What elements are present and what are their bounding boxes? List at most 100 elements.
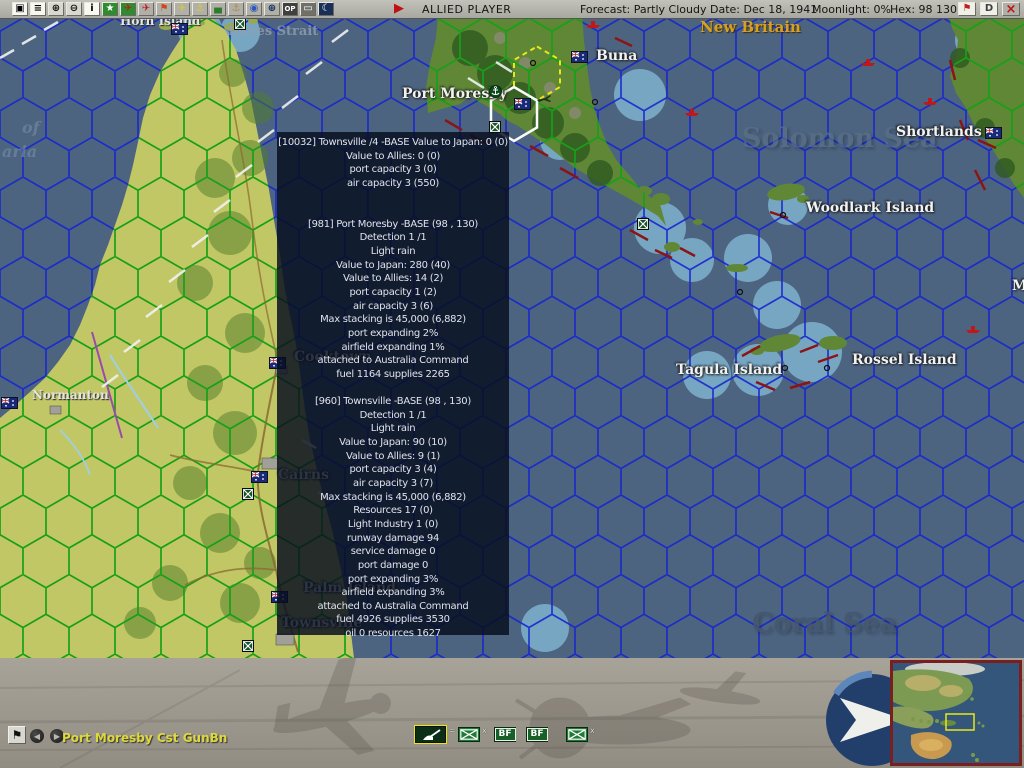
op-orders-icon[interactable]: OP	[282, 2, 298, 16]
unit-btn-coastal-gun-badge: =	[449, 726, 456, 735]
tooltip-line-25: air capacity 3 (7)	[353, 478, 433, 490]
allied-flag-buna[interactable]	[571, 51, 588, 63]
task-force-icon[interactable]: ⚓	[192, 2, 208, 16]
land-unit-icon-glyph: ▄	[214, 3, 222, 14]
task-force-icon-glyph: ⚓	[195, 3, 205, 14]
tooltip-line-36: oil 0 resources 1627	[345, 628, 441, 640]
tooltip-line-17: fuel 1164 supplies 2265	[336, 368, 450, 380]
star-icon[interactable]: ★	[102, 2, 118, 16]
save-icon[interactable]: ▣	[12, 2, 28, 16]
unit-btn-infantry-1[interactable]	[458, 727, 480, 742]
tooltip-line-31: port damage 0	[357, 559, 429, 571]
enemy-ship-sighting-2[interactable]	[684, 109, 700, 116]
tooltip-line-8: Light rain	[370, 246, 416, 258]
flag-marker-icon-glyph: ⚑	[159, 3, 169, 14]
tooltip-line-26: Max stacking is 45,000 (6,882)	[320, 491, 466, 503]
tooltip-line-5	[277, 205, 509, 219]
allied-flag-port-moresby[interactable]	[514, 98, 531, 110]
flag-marker-icon[interactable]: ⚑	[156, 2, 172, 16]
enemy-ship-sighting-5[interactable]	[965, 326, 981, 333]
save-icon-glyph: ▣	[15, 3, 25, 14]
titlebar: ▣ ≡ ⊕ ⊖ i ★ ✈ ✈ ⚑ ✈ ⚓ ▄ ⚓ ◉ ⊕ OP ▭ ☾ ▶ ALLIED PLAYER Fore…	[0, 0, 1024, 19]
unit-controls: ⚑ ◀ ▶ Port Moresby Cst GunBn = x BF BF x	[0, 658, 1024, 768]
zoom-out-icon[interactable]: ⊖	[66, 2, 82, 16]
signal-flag-icon-glyph: ⚑	[962, 3, 972, 14]
close-icon[interactable]: ×	[1002, 1, 1020, 17]
enemy-ship-sighting-4[interactable]	[922, 98, 938, 105]
allied-flag-shortlands[interactable]	[985, 127, 1002, 139]
unit-btn-base-force-2-label: BF	[526, 728, 548, 741]
allied-flag-normanton[interactable]	[1, 397, 18, 409]
aircraft-icon[interactable]: ✈	[174, 2, 190, 16]
op-orders-icon-glyph: OP	[284, 5, 296, 13]
tooltip-line-18	[277, 383, 509, 397]
tooltip-line-29: runway damage 94	[346, 532, 440, 544]
globe-icon[interactable]: ◉	[246, 2, 262, 16]
air-combat-icon[interactable]: ✈	[120, 2, 136, 16]
tooltip-line-14: port expanding 2%	[347, 327, 439, 339]
flag-button[interactable]: ⚑	[8, 726, 26, 744]
zoom-in-icon[interactable]: ⊕	[48, 2, 64, 16]
allied-unit-horn-island[interactable]	[234, 18, 246, 30]
flag-button-glyph: ⚑	[11, 728, 23, 742]
tooltip-line-27: Resources 17 (0)	[353, 505, 433, 517]
tooltip-line-16: attached to Australia Command	[317, 355, 469, 367]
next-turn-glyph: ▶	[394, 1, 404, 16]
unit-btn-coastal-gun[interactable]	[414, 725, 447, 744]
strategic-map[interactable]: Horn Island Torres Strait of aria Port Mores…	[0, 18, 1024, 658]
selected-unit-name: Port Moresby Cst GunBn	[62, 731, 228, 745]
tooltip-line-19: [960] Townsville -BASE (98 , 130)	[315, 396, 471, 408]
game-window: ▣ ≡ ⊕ ⊖ i ★ ✈ ✈ ⚑ ✈ ⚓ ▄ ⚓ ◉ ⊕ OP ▭ ☾ ▶ ALLIED PLAYER Fore…	[0, 0, 1024, 768]
tooltip-line-7: Detection 1 /1	[359, 232, 427, 244]
enemy-ship-sighting-1[interactable]	[585, 21, 601, 28]
database-icon-glyph: D	[984, 3, 994, 14]
airfield-symbol-port-moresby[interactable]	[536, 94, 552, 104]
tooltip-line-33: airfield expanding 3%	[341, 587, 445, 599]
zoom-in-icon-glyph: ⊕	[51, 3, 61, 14]
allied-flag-horn-island[interactable]	[171, 23, 188, 35]
tooltip-line-2: port capacity 3 (0)	[349, 164, 437, 176]
tooltip-line-15: airfield expanding 1%	[341, 341, 445, 353]
tooltip-line-1: Value to Allies: 0 (0)	[345, 150, 441, 162]
unit-btn-infantry-2-badge: x	[590, 726, 595, 735]
map-markers	[0, 18, 1024, 658]
enemy-ship-sighting-3[interactable]	[860, 59, 876, 66]
allied-flag-cairns[interactable]	[251, 471, 268, 483]
signal-flag-icon[interactable]: ⚑	[958, 2, 976, 16]
tooltip-line-12: air capacity 3 (6)	[353, 300, 433, 312]
tooltip-line-22: Value to Japan: 90 (10)	[339, 437, 447, 449]
air-search-icon[interactable]: ✈	[138, 2, 154, 16]
airfield-icon-glyph: ▭	[303, 3, 313, 14]
date-readout: Date: Dec 18, 1941	[710, 3, 818, 16]
forecast-readout: Forecast: Partly Cloudy	[580, 3, 707, 16]
weather-icon[interactable]: ☾	[318, 2, 334, 16]
unit-btn-infantry-2[interactable]	[566, 727, 588, 742]
tooltip-line-9: Value to Japan: 280 (40)	[336, 259, 450, 271]
tooltip-line-0: [10032] Townsville /4 -BASE Value to Jap…	[278, 137, 508, 148]
allied-unit-samarai[interactable]	[637, 218, 649, 230]
star-icon-glyph: ★	[105, 3, 115, 14]
prev-unit-button[interactable]: ◀	[30, 729, 44, 743]
land-unit-icon[interactable]: ▄	[210, 2, 226, 16]
allied-unit-townsville[interactable]	[242, 640, 254, 652]
airfield-icon[interactable]: ▭	[300, 2, 316, 16]
close-icon-glyph: ×	[1005, 1, 1017, 17]
unit-btn-base-force-1[interactable]: BF	[494, 727, 516, 742]
tooltip-line-3: air capacity 3 (550)	[346, 177, 440, 189]
globe-icon-glyph: ◉	[249, 3, 259, 14]
tooltip-line-35: fuel 4926 supplies 3530	[336, 614, 450, 626]
world-zoom-icon-glyph: ⊕	[267, 3, 277, 14]
world-zoom-icon[interactable]: ⊕	[264, 2, 280, 16]
zoom-out-icon-glyph: ⊖	[69, 3, 79, 14]
weather-icon-glyph: ☾	[321, 3, 331, 14]
info-icon-glyph: i	[90, 3, 94, 14]
unit-btn-base-force-2[interactable]: BF	[526, 727, 548, 742]
info-icon[interactable]: i	[84, 2, 100, 16]
next-turn-icon[interactable]: ▶	[392, 2, 406, 16]
port-symbol-port-moresby[interactable]	[489, 85, 502, 98]
report-icon[interactable]: ≡	[30, 2, 46, 16]
database-icon[interactable]: D	[980, 2, 998, 16]
report-icon-glyph: ≡	[33, 3, 43, 14]
allied-unit-cairns[interactable]	[242, 488, 254, 500]
port-icon[interactable]: ⚓	[228, 2, 244, 16]
